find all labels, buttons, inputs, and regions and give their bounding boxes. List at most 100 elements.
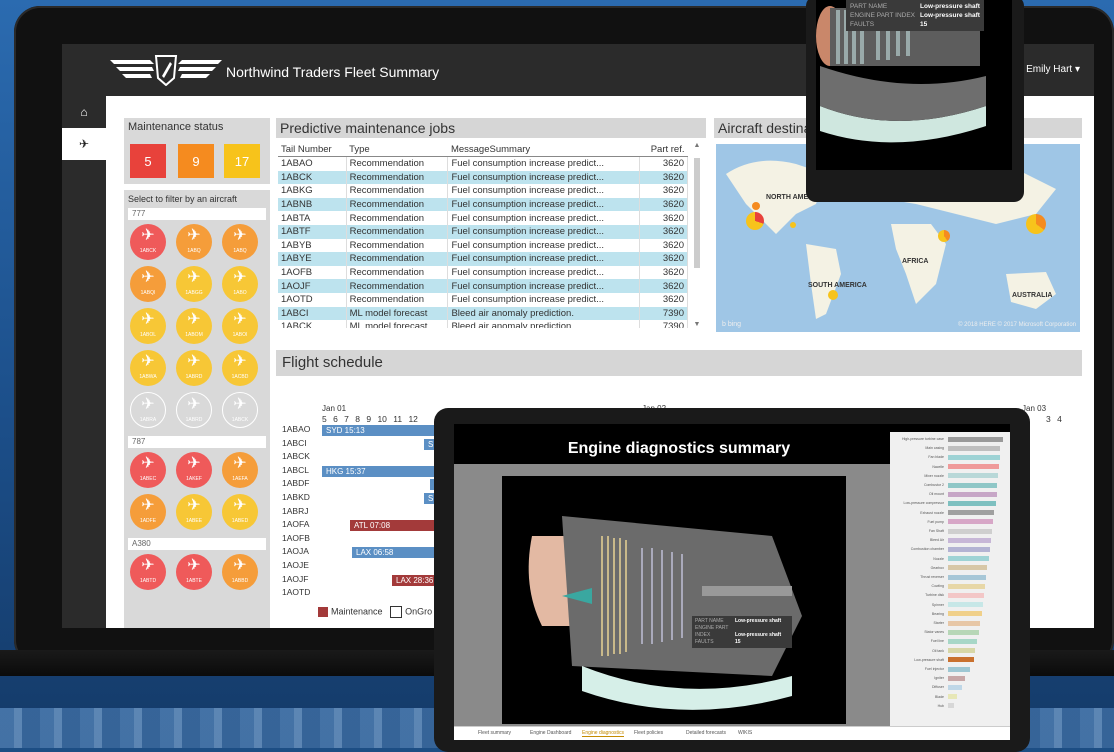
maintenance-count-red[interactable]: 5 [130, 144, 166, 178]
part-bar-row[interactable]: Gearbox [892, 565, 1008, 571]
report-tab[interactable]: WIKIS [738, 730, 752, 736]
part-bar-row[interactable]: Fan Shaft [892, 528, 1008, 534]
table-row[interactable]: 1AOJF Recommendation Fuel consumption incr… [278, 279, 688, 293]
aircraft-filter-button[interactable]: ✈ 1ABOM [176, 308, 212, 344]
flight-bar[interactable]: ATL 07:08 [350, 520, 446, 532]
part-bar-row[interactable]: Bearing [892, 611, 1008, 617]
map-pie-marker[interactable] [752, 202, 760, 210]
aircraft-filter-button[interactable]: ✈ 1ABRD [176, 350, 212, 386]
maintenance-count-yellow[interactable]: 17 [224, 144, 260, 178]
plane-icon[interactable]: ✈ [62, 128, 106, 160]
part-bar-row[interactable]: Oil tank [892, 648, 1008, 654]
report-tab[interactable]: Engine Dashboard [530, 730, 571, 736]
jobs-scrollbar[interactable]: ▲ ▼ [692, 142, 702, 328]
scroll-down-icon[interactable]: ▼ [692, 321, 702, 328]
part-bar-row[interactable]: Combustion chamber [892, 546, 1008, 552]
aircraft-filter-button[interactable]: ✈ 1ABWA [130, 350, 166, 386]
map-pie-marker[interactable] [790, 222, 796, 228]
part-bar-row[interactable]: Diffuser [892, 684, 1008, 690]
report-tab[interactable]: Engine diagnostics [582, 730, 624, 737]
table-row[interactable]: 1ABCK Recommendation Fuel consumption incr… [278, 170, 688, 185]
jobs-column-header[interactable]: MessageSummary [447, 142, 640, 157]
part-bar [948, 565, 988, 571]
part-bar-row[interactable]: Thrust reverser [892, 574, 1008, 580]
jobs-column-header[interactable]: Tail Number [278, 142, 347, 157]
table-row[interactable]: 1ABAO Recommendation Fuel consumption incr… [278, 156, 688, 171]
part-bar-row[interactable]: Low-pressure shaft [892, 657, 1008, 663]
aircraft-filter-button[interactable]: ✈ 1ABO [222, 266, 258, 302]
jobs-column-header[interactable]: Type [346, 142, 448, 157]
aircraft-filter-button[interactable]: ✈ 1ABQ [222, 224, 258, 260]
jobs-column-header[interactable]: Part ref. [639, 142, 688, 157]
part-bar-row[interactable]: Fuel line [892, 638, 1008, 644]
map-pie-marker[interactable] [938, 230, 950, 242]
table-row[interactable]: 1ABYB Recommendation Fuel consumption incr… [278, 238, 688, 253]
aircraft-filter-button[interactable]: ✈ 1ABOL [130, 308, 166, 344]
table-row[interactable]: 1ABNB Recommendation Fuel consumption incr… [278, 197, 688, 212]
part-bar-row[interactable]: Igniter [892, 675, 1008, 681]
scroll-up-icon[interactable]: ▲ [692, 142, 702, 149]
aircraft-filter-button[interactable]: ✈ 1ACBD [222, 350, 258, 386]
aircraft-filter-button[interactable]: ✈ 1ABRD [176, 392, 212, 428]
part-bar-row[interactable]: Exhaust nozzle [892, 510, 1008, 516]
part-bar-row[interactable]: Fuel injector [892, 666, 1008, 672]
flight-bar[interactable]: SYD 15:13 [322, 425, 442, 436]
map-pie-marker[interactable] [1026, 214, 1046, 234]
part-bar-row[interactable]: Stator vanes [892, 629, 1008, 635]
part-bar-row[interactable]: Mixer nozzle [892, 473, 1008, 479]
part-bar-row[interactable]: Main casing [892, 445, 1008, 451]
table-row[interactable]: 1ABKG Recommendation Fuel consumption incr… [278, 184, 688, 198]
part-bar-row[interactable]: Cowling [892, 583, 1008, 589]
part-bar-row[interactable]: Bleed Air [892, 537, 1008, 543]
part-bar-row[interactable]: Blade [892, 694, 1008, 700]
table-row[interactable]: 1ABTF Recommendation Fuel consumption incr… [278, 224, 688, 239]
report-tab[interactable]: Detailed forecasts [686, 730, 726, 736]
part-bar-row[interactable]: Low-pressure compressor [892, 500, 1008, 506]
table-row[interactable]: 1ABCI ML model forecast Bleed air anomaly … [278, 306, 688, 321]
part-bar-row[interactable]: Nozzle [892, 556, 1008, 562]
part-bar-row[interactable]: Spinner [892, 602, 1008, 608]
aircraft-filter-button[interactable]: ✈ 1ABED [222, 494, 258, 530]
user-menu[interactable]: Emily Hart ▾ [1026, 64, 1080, 75]
map-pie-marker[interactable] [746, 212, 764, 230]
table-row[interactable]: 1ABYE Recommendation Fuel consumption incr… [278, 252, 688, 266]
table-row[interactable]: 1AOTD Recommendation Fuel consumption incr… [278, 292, 688, 307]
aircraft-filter-button[interactable]: ✈ 1AEFA [222, 452, 258, 488]
part-bar-row[interactable]: High-pressure turbine case [892, 436, 1008, 442]
aircraft-filter-button[interactable]: ✈ 1ABQI [130, 266, 166, 302]
aircraft-filter-button[interactable]: ✈ 1ABEC [130, 452, 166, 488]
aircraft-filter-button[interactable]: ✈ 1ABTD [130, 554, 166, 590]
report-tab[interactable]: Fleet policies [634, 730, 663, 736]
part-bar-row[interactable]: Turbine disk [892, 592, 1008, 598]
map-pie-marker[interactable] [828, 290, 838, 300]
table-row[interactable]: 1ABTA Recommendation Fuel consumption incr… [278, 211, 688, 225]
flight-bar[interactable]: HKG 15:37 [322, 465, 446, 477]
part-bar [948, 583, 986, 589]
part-bar-row[interactable]: Oil mount [892, 491, 1008, 497]
aircraft-filter-button[interactable]: ✈ 1ABRA [130, 392, 166, 428]
aircraft-filter-button[interactable]: ✈ 1ABTE [176, 554, 212, 590]
part-bar-row[interactable]: Starter [892, 620, 1008, 626]
aircraft-filter-button[interactable]: ✈ 1ABCK [130, 224, 166, 260]
part-bar-row[interactable]: Nacelle [892, 464, 1008, 470]
scroll-thumb[interactable] [694, 158, 700, 268]
engine-viewer[interactable]: PART NAME Low-pressure shaft ENGINE PART … [502, 476, 846, 724]
home-icon[interactable]: ⌂ [62, 96, 106, 128]
part-bar-row[interactable]: Hub [892, 703, 1008, 709]
aircraft-filter-button[interactable]: ✈ 1ABOI [222, 308, 258, 344]
aircraft-filter-button[interactable]: ✈ 1ABGG [176, 266, 212, 302]
report-tab[interactable]: Fleet summary [478, 730, 511, 736]
aircraft-filter-button[interactable]: ✈ 1ABEE [176, 494, 212, 530]
aircraft-filter-button[interactable]: ✈ 1ADFE [130, 494, 166, 530]
part-bar-row[interactable]: Fuel pump [892, 519, 1008, 525]
flight-schedule-title: Flight schedule [282, 354, 383, 371]
maintenance-count-orange[interactable]: 9 [178, 144, 214, 178]
table-row[interactable]: 1AOFB Recommendation Fuel consumption incr… [278, 265, 688, 280]
aircraft-filter-button[interactable]: ✈ 1ABQ [176, 224, 212, 260]
part-bar-row[interactable]: Fan blade [892, 454, 1008, 460]
aircraft-filter-button[interactable]: ✈ 1ABCK [222, 392, 258, 428]
aircraft-filter-button[interactable]: ✈ 1ABBD [222, 554, 258, 590]
part-bar-row[interactable]: Combustor 2 [892, 482, 1008, 488]
table-row[interactable]: 1ABCK ML model forecast Bleed air anomaly … [278, 320, 688, 328]
aircraft-filter-button[interactable]: ✈ 1AKEF [176, 452, 212, 488]
